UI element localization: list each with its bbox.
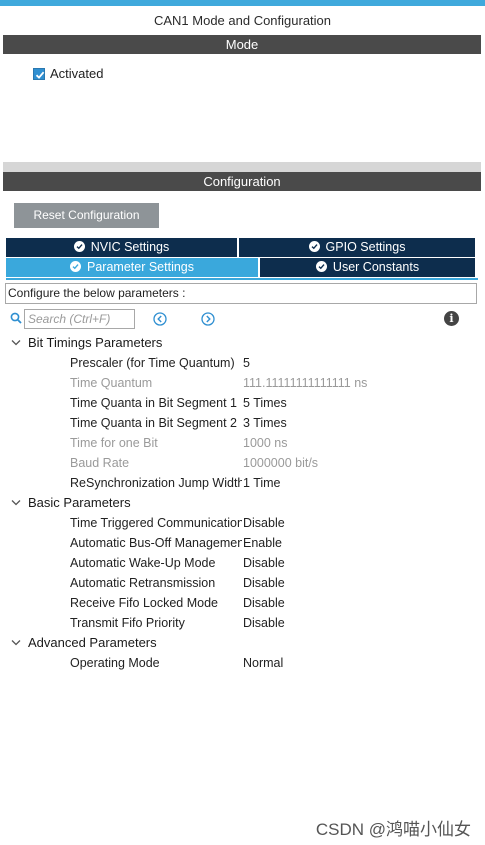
param-value[interactable]: Disable xyxy=(243,513,285,533)
param-value[interactable]: Enable xyxy=(243,533,282,553)
chevron-down-icon xyxy=(11,500,21,506)
search-icon xyxy=(10,312,22,324)
search-input[interactable] xyxy=(24,309,135,329)
tab-parameter-settings[interactable]: Parameter Settings xyxy=(6,258,258,277)
param-name[interactable]: ReSynchronization Jump Width xyxy=(70,473,242,493)
param-value[interactable]: 3 Times xyxy=(243,413,287,433)
mode-header: Mode xyxy=(3,35,481,54)
check-icon xyxy=(35,71,45,79)
watermark: CSDN @鸿喵小仙女 xyxy=(315,820,471,839)
tab-user-constants[interactable]: User Constants xyxy=(260,258,475,277)
search-next-icon[interactable] xyxy=(201,312,215,326)
configuration-header: Configuration xyxy=(3,172,481,191)
param-name[interactable]: Automatic Bus-Off Management xyxy=(70,533,242,553)
param-name: Time Quantum xyxy=(70,376,153,390)
chevron-down-icon xyxy=(11,340,21,346)
param-value[interactable]: Disable xyxy=(243,593,285,613)
group-bit-timings[interactable]: Bit Timings Parameters xyxy=(10,333,162,353)
tab-label: Parameter Settings xyxy=(87,260,194,274)
check-circle-icon xyxy=(73,241,85,252)
window-title: CAN1 Mode and Configuration xyxy=(153,13,332,28)
tab-gpio-settings[interactable]: GPIO Settings xyxy=(239,238,475,257)
group-basic-parameters[interactable]: Basic Parameters xyxy=(10,493,131,513)
group-title: Advanced Parameters xyxy=(28,635,157,650)
param-value[interactable]: 1 Time xyxy=(243,473,281,493)
param-value: 1000 ns xyxy=(243,436,288,450)
param-name[interactable]: Receive Fifo Locked Mode xyxy=(70,593,242,613)
parameters-description: Configure the below parameters : xyxy=(5,283,477,304)
activated-checkbox[interactable] xyxy=(33,68,45,80)
group-title: Basic Parameters xyxy=(28,495,131,510)
param-value[interactable]: Disable xyxy=(243,553,285,573)
param-name[interactable]: Automatic Wake-Up Mode xyxy=(70,553,242,573)
tab-label: GPIO Settings xyxy=(325,240,406,254)
reset-configuration-button[interactable]: Reset Configuration xyxy=(14,203,159,228)
param-value: 1000000 bit/s xyxy=(243,456,319,470)
param-name: Time for one Bit xyxy=(70,436,158,450)
param-name[interactable]: Time Quanta in Bit Segment 1 xyxy=(70,393,242,413)
activated-label: Activated xyxy=(50,66,104,81)
tab-underline xyxy=(6,278,478,280)
group-title: Bit Timings Parameters xyxy=(28,335,163,350)
chevron-down-icon xyxy=(11,640,21,646)
group-advanced-parameters[interactable]: Advanced Parameters xyxy=(10,633,157,653)
param-name[interactable]: Time Quanta in Bit Segment 2 xyxy=(70,413,242,433)
param-name[interactable]: Time Triggered Communication Mode xyxy=(70,513,242,533)
param-name[interactable]: Prescaler (for Time Quantum) xyxy=(70,353,242,373)
check-circle-icon xyxy=(70,261,81,272)
param-value[interactable]: 5 xyxy=(243,353,250,373)
tab-label: User Constants xyxy=(332,260,420,274)
panel-divider xyxy=(3,162,481,172)
info-icon[interactable]: i xyxy=(444,311,459,326)
param-value[interactable]: Disable xyxy=(243,573,285,593)
tab-label: NVIC Settings xyxy=(90,240,170,254)
check-circle-icon xyxy=(315,261,327,272)
tab-nvic-settings[interactable]: NVIC Settings xyxy=(6,238,237,257)
param-value: 111.11111111111111 ns xyxy=(243,376,368,390)
param-value[interactable]: Disable xyxy=(243,613,285,633)
param-name[interactable]: Operating Mode xyxy=(70,653,242,673)
param-name[interactable]: Automatic Retransmission xyxy=(70,573,242,593)
param-value[interactable]: 5 Times xyxy=(243,393,287,413)
check-circle-icon xyxy=(308,241,320,252)
param-value[interactable]: Normal xyxy=(243,653,283,673)
param-name[interactable]: Transmit Fifo Priority xyxy=(70,613,242,633)
search-previous-icon[interactable] xyxy=(153,312,167,326)
param-name: Baud Rate xyxy=(70,456,130,470)
